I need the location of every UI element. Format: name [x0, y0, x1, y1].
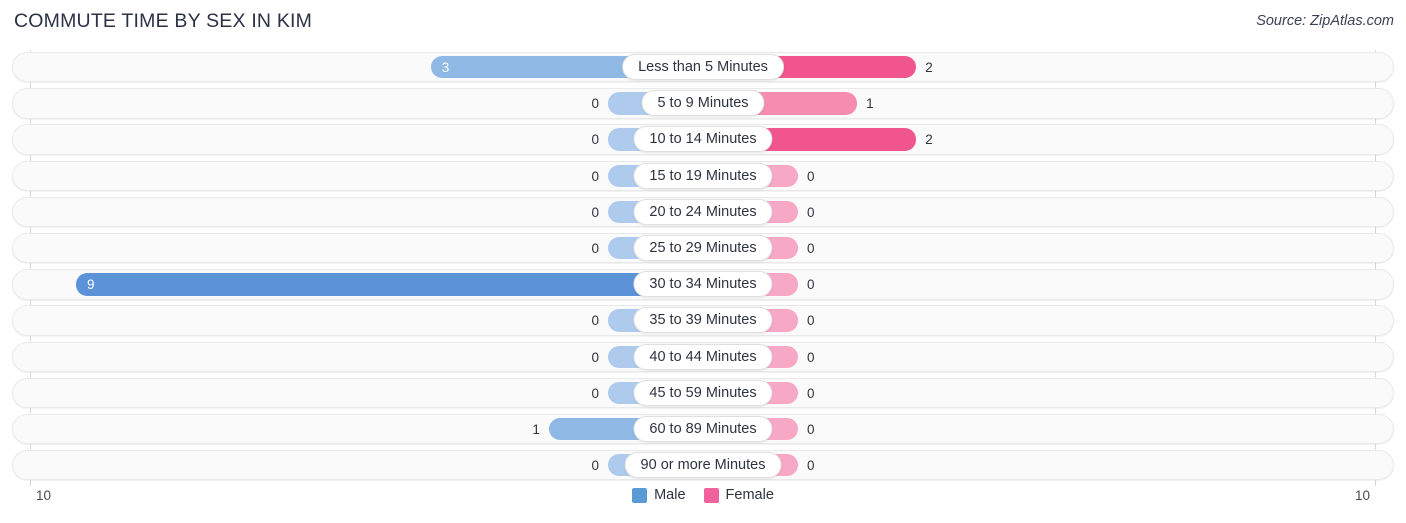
- male-bar[interactable]: [76, 273, 703, 296]
- male-value-label: 1: [532, 421, 540, 437]
- male-value-label: 3: [441, 60, 450, 75]
- male-value-label: 0: [591, 168, 599, 184]
- male-value-label: 0: [591, 313, 599, 329]
- table-row: 3 2 Less than 5 Minutes: [0, 52, 1406, 83]
- table-row: 0 1 5 to 9 Minutes: [0, 88, 1406, 119]
- category-label: 20 to 24 Minutes: [633, 198, 773, 225]
- male-value-label: 0: [591, 96, 599, 112]
- category-label: 10 to 14 Minutes: [633, 126, 773, 153]
- male-value-label: 0: [591, 385, 599, 401]
- table-row: 0 0 20 to 24 Minutes: [0, 196, 1406, 228]
- table-row: 0 0 90 or more Minutes: [0, 450, 1406, 481]
- source-attribution: Source: ZipAtlas.com: [1256, 13, 1394, 29]
- female-value-label: 2: [925, 132, 933, 148]
- category-label: 5 to 9 Minutes: [641, 90, 765, 117]
- legend-item-female[interactable]: Female: [703, 487, 774, 503]
- female-value-label: 0: [807, 168, 815, 184]
- category-label: 60 to 89 Minutes: [633, 415, 773, 442]
- category-label: 40 to 44 Minutes: [633, 343, 773, 370]
- male-value-label: 0: [591, 458, 599, 474]
- legend-swatch-icon: [632, 487, 648, 503]
- female-value-label: 0: [807, 313, 815, 329]
- male-value-label: 0: [591, 349, 599, 365]
- category-label: 25 to 29 Minutes: [633, 234, 773, 261]
- table-row: 0 0 40 to 44 Minutes: [0, 341, 1406, 372]
- table-row: 0 0 45 to 59 Minutes: [0, 377, 1406, 409]
- legend-label: Male: [654, 487, 686, 503]
- female-value-label: 0: [807, 458, 815, 474]
- page-title: COMMUTE TIME BY SEX IN KIM: [14, 10, 313, 32]
- category-label: 45 to 59 Minutes: [633, 379, 773, 406]
- male-value-label: 9: [87, 277, 95, 293]
- bar-rows: 3 2 Less than 5 Minutes 0 1 5 to 9 Minutes 0 2 1…: [0, 52, 1406, 486]
- chart-legend: Male Female: [0, 487, 1406, 503]
- chart-page: COMMUTE TIME BY SEX IN KIM Source: ZipAt…: [0, 0, 1406, 523]
- plot-area: 3 2 Less than 5 Minutes 0 1 5 to 9 Minutes 0 2 1…: [0, 50, 1406, 487]
- female-value-label: 0: [807, 277, 815, 293]
- female-value-label: 1: [866, 96, 874, 112]
- category-label: 15 to 19 Minutes: [633, 162, 773, 189]
- table-row: 0 2 10 to 14 Minutes: [0, 124, 1406, 155]
- female-value-label: 0: [807, 421, 815, 437]
- table-row: 1 0 60 to 89 Minutes: [0, 413, 1406, 445]
- table-row: 0 0 15 to 19 Minutes: [0, 160, 1406, 191]
- category-label: 90 or more Minutes: [624, 452, 782, 479]
- table-row: 9 0 30 to 34 Minutes: [0, 269, 1406, 300]
- table-row: 0 0 25 to 29 Minutes: [0, 232, 1406, 264]
- legend-label: Female: [725, 487, 774, 503]
- table-row: 0 0 35 to 39 Minutes: [0, 305, 1406, 336]
- male-value-label: 0: [591, 132, 599, 148]
- male-value-label: 0: [591, 240, 599, 256]
- chart-footer: 10 10 Male Female: [0, 486, 1406, 523]
- category-label: 30 to 34 Minutes: [633, 271, 773, 298]
- female-value-label: 2: [925, 60, 933, 75]
- female-value-label: 0: [807, 240, 815, 256]
- category-label: Less than 5 Minutes: [622, 54, 784, 80]
- category-label: 35 to 39 Minutes: [633, 307, 773, 334]
- female-value-label: 0: [807, 349, 815, 365]
- male-value-label: 0: [591, 204, 599, 220]
- legend-item-male[interactable]: Male: [632, 487, 686, 503]
- female-value-label: 0: [807, 385, 815, 401]
- legend-swatch-icon: [703, 487, 719, 503]
- female-value-label: 0: [807, 204, 815, 220]
